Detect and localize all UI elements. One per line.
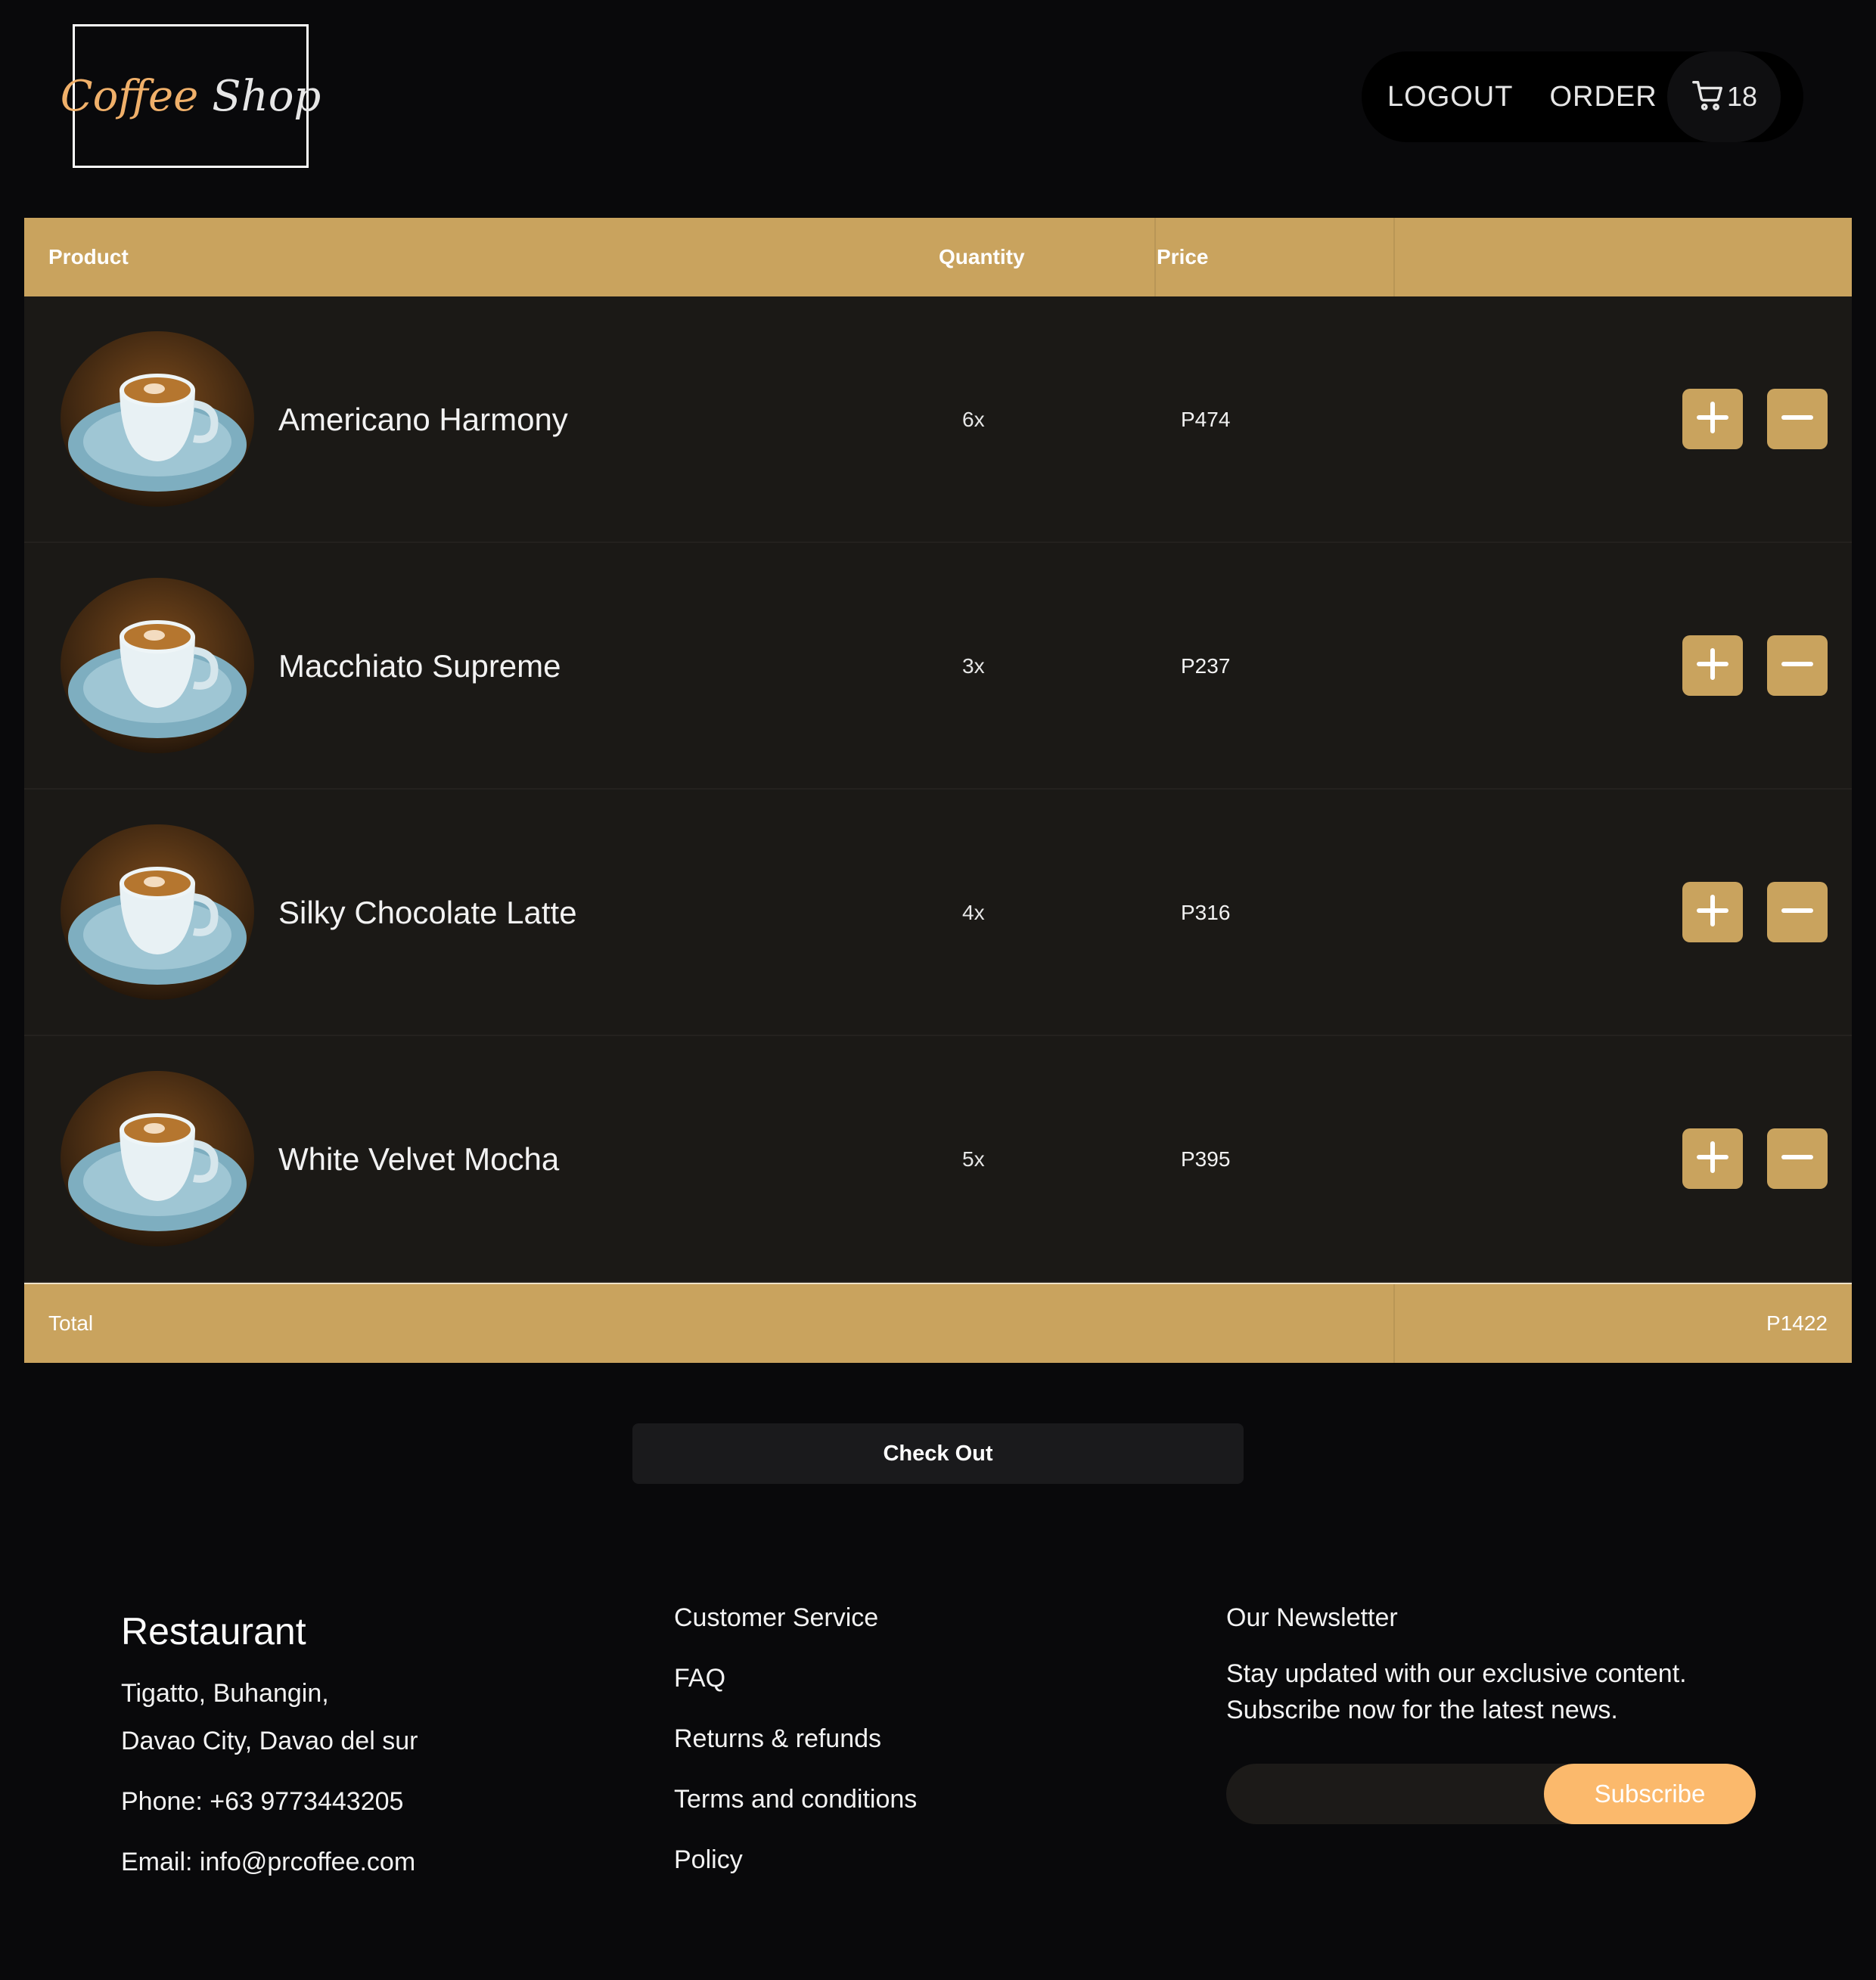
email-text: Email: info@prcoffee.com bbox=[121, 1848, 416, 1876]
decrease-quantity-button[interactable] bbox=[1767, 635, 1828, 696]
address-line-1: Tigatto, Buhangin, bbox=[121, 1679, 329, 1708]
increase-quantity-button[interactable] bbox=[1682, 1128, 1743, 1189]
column-divider bbox=[1393, 218, 1395, 296]
order-link[interactable]: ORDER bbox=[1549, 81, 1657, 113]
address-line-2: Davao City, Davao del sur bbox=[121, 1727, 418, 1755]
cart-button[interactable]: 18 bbox=[1667, 51, 1781, 142]
total-label: Total bbox=[48, 1311, 94, 1335]
product-name: Americano Harmony bbox=[278, 402, 568, 437]
minus-icon bbox=[1776, 396, 1819, 442]
footer-customer-service: Customer Service FAQ Returns & refunds T… bbox=[674, 1603, 917, 1875]
cart-icon bbox=[1691, 78, 1725, 116]
product-quantity: 6x bbox=[962, 408, 985, 431]
decrease-quantity-button[interactable] bbox=[1767, 1128, 1828, 1189]
product-price: P474 bbox=[1181, 408, 1231, 431]
footer-link-returns[interactable]: Returns & refunds bbox=[674, 1724, 917, 1754]
table-header: Product Quantity Price bbox=[24, 218, 1852, 296]
product-name: White Velvet Mocha bbox=[278, 1141, 560, 1177]
logo-word-shop: Shop bbox=[212, 71, 321, 121]
product-price: P395 bbox=[1181, 1147, 1231, 1171]
newsletter-form: Subscribe bbox=[1226, 1764, 1756, 1824]
subscribe-button[interactable]: Subscribe bbox=[1544, 1764, 1756, 1824]
column-divider bbox=[1154, 218, 1156, 296]
logout-link[interactable]: LOGOUT bbox=[1387, 81, 1513, 113]
cart-table: Product Quantity Price Americano Harmony bbox=[24, 218, 1852, 1363]
increase-quantity-button[interactable] bbox=[1682, 882, 1743, 942]
product-price: P237 bbox=[1181, 654, 1231, 678]
plus-icon bbox=[1691, 643, 1734, 689]
decrease-quantity-button[interactable] bbox=[1767, 389, 1828, 449]
column-divider bbox=[1393, 1284, 1395, 1363]
footer-newsletter: Our Newsletter Stay updated with our exc… bbox=[1226, 1603, 1771, 1728]
product-quantity: 3x bbox=[962, 654, 985, 678]
table-total-row: Total P1422 bbox=[24, 1283, 1852, 1363]
product-image bbox=[61, 578, 254, 753]
cart-count: 18 bbox=[1726, 81, 1758, 112]
increase-quantity-button[interactable] bbox=[1682, 389, 1743, 449]
restaurant-title: Restaurant bbox=[121, 1610, 306, 1653]
product-quantity: 4x bbox=[962, 901, 985, 924]
footer-link-policy[interactable]: Policy bbox=[674, 1845, 917, 1875]
checkout-button[interactable]: Check Out bbox=[632, 1423, 1244, 1484]
top-nav: LOGOUT ORDER 18 bbox=[1362, 51, 1803, 142]
product-image bbox=[61, 824, 254, 1000]
customer-service-title: Customer Service bbox=[674, 1603, 879, 1632]
minus-icon bbox=[1776, 643, 1819, 689]
coffee-shop-logo[interactable]: Coffee Shop bbox=[61, 24, 321, 168]
product-image bbox=[61, 331, 254, 507]
table-row: White Velvet Mocha 5x P395 bbox=[24, 1036, 1852, 1283]
product-name: Silky Chocolate Latte bbox=[278, 895, 577, 930]
product-name: Macchiato Supreme bbox=[278, 648, 561, 684]
newsletter-text: Stay updated with our exclusive content.… bbox=[1226, 1659, 1687, 1724]
logo-word-coffee: Coffee bbox=[60, 71, 199, 121]
phone-text: Phone: +63 9773443205 bbox=[121, 1787, 404, 1816]
increase-quantity-button[interactable] bbox=[1682, 635, 1743, 696]
header-quantity: Quantity bbox=[939, 245, 1025, 268]
footer-restaurant: Restaurant Tigatto, Buhangin, Davao City… bbox=[121, 1603, 418, 1877]
decrease-quantity-button[interactable] bbox=[1767, 882, 1828, 942]
table-row: Macchiato Supreme 3x P237 bbox=[24, 543, 1852, 790]
plus-icon bbox=[1691, 396, 1734, 442]
plus-icon bbox=[1691, 889, 1734, 936]
total-value: P1422 bbox=[1766, 1311, 1828, 1335]
header-price: Price bbox=[1157, 245, 1209, 268]
minus-icon bbox=[1776, 889, 1819, 936]
header-product: Product bbox=[48, 245, 129, 268]
footer-link-faq[interactable]: FAQ bbox=[674, 1664, 917, 1693]
table-row: Americano Harmony 6x P474 bbox=[24, 296, 1852, 543]
minus-icon bbox=[1776, 1136, 1819, 1182]
site-header: Coffee Shop LOGOUT ORDER 18 bbox=[0, 0, 1876, 218]
newsletter-email-input[interactable] bbox=[1226, 1764, 1544, 1824]
table-row: Silky Chocolate Latte 4x P316 bbox=[24, 790, 1852, 1036]
product-image bbox=[61, 1071, 254, 1246]
product-price: P316 bbox=[1181, 901, 1231, 924]
product-quantity: 5x bbox=[962, 1147, 985, 1171]
plus-icon bbox=[1691, 1136, 1734, 1182]
newsletter-title: Our Newsletter bbox=[1226, 1603, 1398, 1632]
footer-link-terms[interactable]: Terms and conditions bbox=[674, 1785, 917, 1814]
